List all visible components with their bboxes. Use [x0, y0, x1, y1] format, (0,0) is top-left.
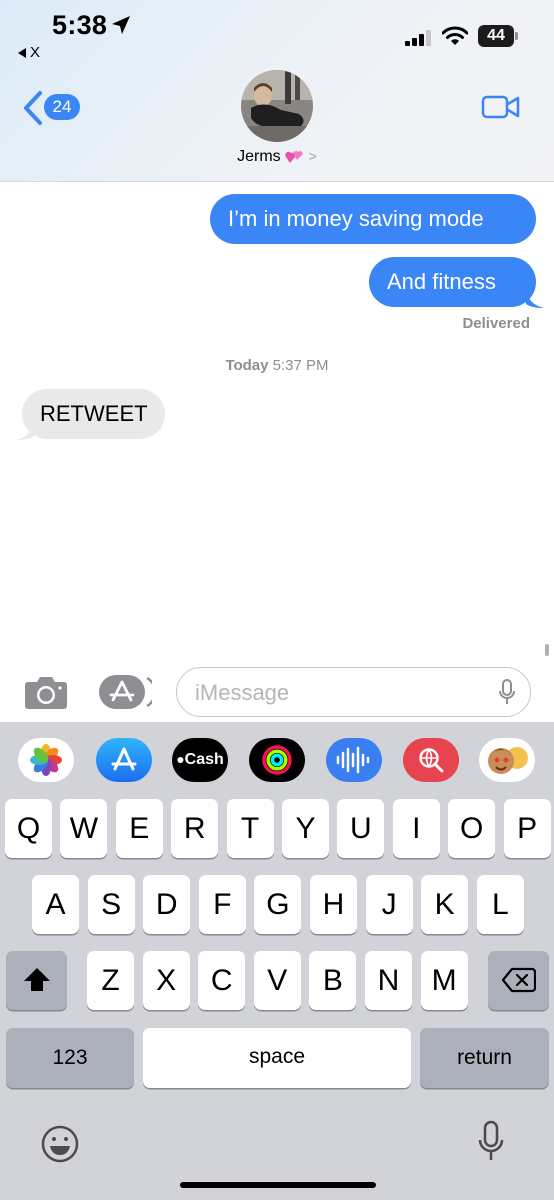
key-b[interactable]: B [309, 951, 357, 1010]
key-o[interactable]: O [448, 799, 496, 858]
back-app-label: X [30, 44, 41, 61]
message-timestamp: Today 5:37 PM [0, 357, 554, 374]
back-to-app-link[interactable]: X [18, 44, 40, 61]
key-r[interactable]: R [171, 799, 219, 858]
photos-flower [30, 744, 62, 776]
outgoing-message-bubble[interactable]: I’m in money saving mode [210, 194, 536, 244]
avatar-photo [241, 70, 313, 142]
key-e[interactable]: E [115, 799, 163, 858]
back-chevron-icon[interactable] [22, 90, 44, 126]
key-i[interactable]: I [392, 799, 440, 858]
battery-level: 44 [478, 25, 514, 47]
keyboard-dictation-mic-icon[interactable] [476, 1120, 506, 1164]
app-store-icon[interactable] [96, 738, 152, 782]
scrollbar[interactable] [545, 644, 549, 656]
key-t[interactable]: T [226, 799, 274, 858]
contact-name-row[interactable]: Jerms > [0, 148, 554, 166]
key-y[interactable]: Y [282, 799, 329, 858]
key-x[interactable]: X [142, 951, 190, 1010]
imessage-input[interactable]: iMessage [176, 667, 531, 717]
status-time: 5:38 [52, 10, 108, 40]
key-g[interactable]: G [254, 875, 302, 934]
contact-avatar[interactable] [241, 70, 313, 142]
emoji-keyboard-icon[interactable] [40, 1124, 80, 1164]
key-v[interactable]: V [253, 951, 301, 1010]
globe-search-glyph [419, 748, 444, 773]
delete-key[interactable] [488, 951, 549, 1010]
imessage-placeholder: iMessage [195, 680, 290, 705]
camera-icon[interactable] [24, 674, 68, 710]
key-w[interactable]: W [60, 799, 108, 858]
waveform [336, 746, 370, 774]
backspace-icon [501, 967, 536, 993]
contact-details-chevron: > [308, 148, 317, 164]
wifi-icon [442, 26, 468, 45]
memoji-faces [488, 747, 528, 774]
key-p[interactable]: P [503, 799, 551, 858]
key-j[interactable]: J [365, 875, 413, 934]
bubble-tail [526, 290, 544, 308]
back-triangle-icon [18, 47, 26, 58]
app-store-drawer-icon[interactable] [98, 674, 152, 710]
key-d[interactable]: D [143, 875, 191, 934]
image-search-icon[interactable] [403, 738, 459, 782]
cash-text: Cash [184, 751, 224, 768]
timestamp-time: 5:37 PM [272, 357, 329, 374]
key-m[interactable]: M [420, 951, 468, 1010]
delivery-status: Delivered [462, 315, 530, 332]
key-s[interactable]: S [87, 875, 135, 934]
outgoing-message-bubble[interactable]: And fitness [369, 257, 536, 307]
numbers-key[interactable]: 123 [6, 1028, 134, 1088]
memoji-icon[interactable] [479, 738, 535, 782]
conversation-header: 5:38 X 44 24 Jerms > [0, 0, 554, 182]
home-indicator[interactable] [180, 1182, 376, 1188]
key-z[interactable]: Z [87, 951, 134, 1010]
facetime-video-icon[interactable] [481, 94, 521, 120]
photos-icon[interactable] [18, 738, 74, 782]
location-arrow-icon [112, 16, 130, 34]
key-a[interactable]: A [32, 875, 79, 934]
incoming-message-bubble[interactable]: RETWEET [22, 389, 165, 439]
dictation-mic-icon[interactable] [498, 679, 516, 707]
bubble-tail [16, 422, 34, 440]
shift-key[interactable] [6, 951, 67, 1010]
battery-icon: 44 [478, 25, 518, 47]
key-f[interactable]: F [198, 875, 246, 934]
key-q[interactable]: Q [5, 799, 52, 858]
key-l[interactable]: L [476, 875, 524, 934]
cellular-signal-icon [405, 30, 431, 46]
shift-arrow-icon [23, 968, 50, 991]
key-k[interactable]: K [421, 875, 469, 934]
apple-cash-label: ●Cash [176, 751, 224, 768]
unread-count-badge[interactable]: 24 [44, 94, 80, 120]
key-u[interactable]: U [337, 799, 385, 858]
space-key[interactable]: space [143, 1028, 411, 1088]
activity-rings [262, 745, 292, 775]
return-key[interactable]: return [420, 1028, 549, 1088]
timestamp-day: Today [225, 357, 269, 374]
app-store-glyph [111, 747, 137, 771]
two-hearts-emoji-icon [284, 150, 303, 163]
key-n[interactable]: N [365, 951, 412, 1010]
contact-name: Jerms [237, 148, 281, 165]
key-h[interactable]: H [310, 875, 357, 934]
audio-message-icon[interactable] [326, 738, 382, 782]
key-c[interactable]: C [198, 951, 246, 1010]
activity-icon[interactable] [249, 738, 305, 782]
apple-cash-icon[interactable]: ●Cash [172, 738, 228, 782]
